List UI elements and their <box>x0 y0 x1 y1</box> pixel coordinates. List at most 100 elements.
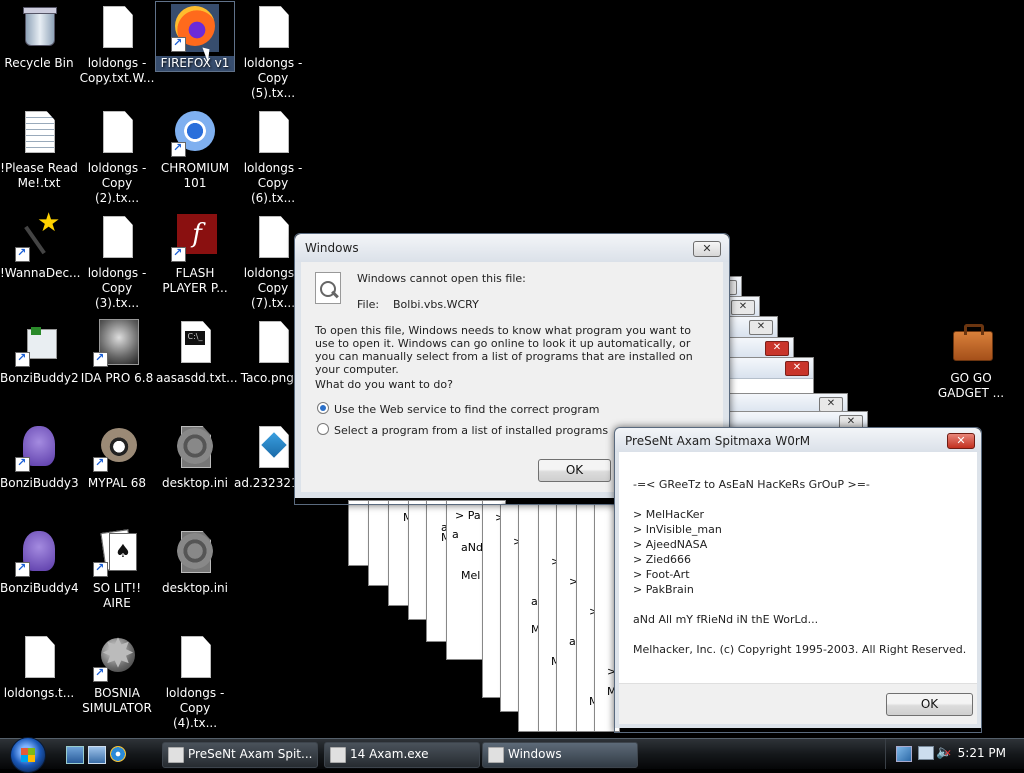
window-icon <box>330 747 346 763</box>
desktop-icon-solitaire[interactable]: ♠ SO LIT!! AIRE <box>78 527 156 611</box>
desktop-icon-chromium[interactable]: CHROMIUM 101 <box>156 107 234 191</box>
desktop-icon-desktop-ini-1[interactable]: desktop.ini <box>156 422 234 491</box>
close-icon[interactable]: ✕ <box>819 397 843 412</box>
explanation-text: To open this file, Windows needs to know… <box>315 324 693 376</box>
icon-label: desktop.ini <box>162 581 228 595</box>
mute-x-icon: ✕ <box>944 749 952 759</box>
close-icon: ✕ <box>956 434 966 447</box>
shortcut-arrow-icon <box>93 665 108 682</box>
hacker-name: > Foot-Art <box>633 568 690 581</box>
taskbar-button-label: PreSeNt Axam Spit... <box>188 747 313 761</box>
title-bar[interactable]: Windows ✕ <box>295 234 729 262</box>
shortcut-arrow-icon <box>15 245 30 262</box>
icon-label: IDA PRO 6.8 <box>80 371 154 385</box>
shortcut-arrow-icon <box>15 560 30 577</box>
firefox-icon <box>171 4 219 52</box>
desktop-icon-wannadecryptor[interactable]: ★ !WannaDec... <box>0 210 81 281</box>
desktop-icon-loldongs-copy-5[interactable]: loldongs - Copy (5).tx... <box>234 2 312 101</box>
desktop-icon-loldongs-copy-3[interactable]: loldongs - Copy (3).tx... <box>78 212 156 311</box>
monitor-icon[interactable] <box>918 746 934 760</box>
settings-file-icon <box>171 529 219 577</box>
desktop-icon-recycle-bin[interactable]: Recycle Bin <box>0 2 78 71</box>
icon-label: BonziBuddy3 <box>0 476 79 490</box>
desktop-icon-mypal-68[interactable]: MYPAL 68 <box>78 422 156 491</box>
desktop-icon-flash-player[interactable]: f FLASH PLAYER P... <box>156 212 234 296</box>
close-icon[interactable]: ✕ <box>731 300 755 315</box>
icon-label: loldongs - Copy (2).tx... <box>87 161 147 205</box>
desktop-icon-go-go-gadget[interactable]: GO GO GADGET ... <box>932 317 1010 401</box>
close-icon: ✕ <box>702 242 712 255</box>
spiked-mine-icon: ✸ <box>93 634 141 682</box>
taskbar-button-windows[interactable]: Windows <box>482 742 638 768</box>
radio-web-service[interactable]: Use the Web service to find the correct … <box>317 402 599 416</box>
icon-label: !Please Read Me!.txt <box>0 161 78 190</box>
desktop-icon-ida-pro[interactable]: IDA PRO 6.8 <box>78 317 156 386</box>
icon-label: SO LIT!! AIRE <box>92 581 142 610</box>
desktop-icon-loldongs-copy-w[interactable]: loldongs - Copy.txt.W... <box>78 2 156 86</box>
icon-label: FIREFOX v1 <box>156 56 234 71</box>
text-file-icon <box>93 214 141 262</box>
dialog-title: Windows <box>305 241 359 255</box>
close-button[interactable]: ✕ <box>693 241 721 257</box>
desktop-icon-desktop-ini-2[interactable]: desktop.ini <box>156 527 234 596</box>
close-icon[interactable]: ✕ <box>785 361 809 376</box>
desktop-icon-loldongs-copy-2[interactable]: loldongs - Copy (2).tx... <box>78 107 156 206</box>
desktop-icon-loldongs-copy-6[interactable]: loldongs - Copy (6).tx... <box>234 107 312 206</box>
close-button[interactable]: ✕ <box>947 433 975 449</box>
icon-label: MYPAL 68 <box>87 476 147 490</box>
desktop-icon-please-read-me[interactable]: !Please Read Me!.txt <box>0 107 78 191</box>
playing-cards-icon: ♠ <box>93 529 141 577</box>
worm-message-dialog[interactable]: PreSeNt Axam Spitmaxa W0rM ✕ -=< GReeTz … <box>614 427 982 733</box>
desktop-icon-loldongs-copy-4[interactable]: loldongs - Copy (4).tx... <box>156 632 234 731</box>
desktop-icon-bonzibuddy2[interactable]: BonziBuddy2 <box>0 317 79 386</box>
show-desktop-icon[interactable] <box>66 746 84 764</box>
icon-label: loldongs - Copy (4).tx... <box>165 686 225 730</box>
batch-file-icon: C:\_ <box>171 319 219 367</box>
shortcut-arrow-icon <box>171 140 186 157</box>
taskbar-button-present-axam[interactable]: PreSeNt Axam Spit... <box>162 742 318 768</box>
fragment-text: Mel <box>461 569 481 582</box>
icon-label: GO GO GADGET ... <box>937 371 1005 400</box>
text-file-icon <box>93 4 141 52</box>
network-icon[interactable] <box>896 746 912 762</box>
desktop-icon-bosnia-simulator[interactable]: ✸ BOSNIA SIMULATOR <box>78 632 156 716</box>
fragment-text: aNd <box>461 541 483 554</box>
ok-button[interactable]: OK <box>886 693 973 716</box>
desktop-icon-bonzibuddy4[interactable]: BonziBuddy4 <box>0 527 79 596</box>
icon-label: loldongs - Copy (6).tx... <box>243 161 303 205</box>
icon-label: CHROMIUM 101 <box>160 161 230 190</box>
internet-explorer-icon[interactable] <box>110 746 126 762</box>
icon-label: Recycle Bin <box>4 56 74 70</box>
close-icon[interactable]: ✕ <box>765 341 789 356</box>
shortcut-arrow-icon <box>171 245 186 262</box>
icon-label: loldongs - Copy.txt.W... <box>79 56 155 85</box>
taskbar-button-axam-exe[interactable]: 14 Axam.exe <box>324 742 480 768</box>
file-name: Bolbi.vbs.WCRY <box>393 298 479 311</box>
title-bar[interactable]: PreSeNt Axam Spitmaxa W0rM ✕ <box>615 428 981 452</box>
settings-file-icon <box>171 424 219 472</box>
radio-label: Select a program from a list of installe… <box>334 424 609 437</box>
fragment-text: a <box>452 528 459 541</box>
radio-unselected-icon[interactable] <box>317 423 329 435</box>
icon-label: loldongs - Copy (5).tx... <box>243 56 303 100</box>
radio-select-program[interactable]: Select a program from a list of installe… <box>317 423 608 437</box>
close-icon[interactable]: ✕ <box>749 320 773 335</box>
switch-windows-icon[interactable] <box>88 746 106 764</box>
briefcase-icon <box>947 319 995 367</box>
ok-button[interactable]: OK <box>538 459 611 482</box>
desktop-icon-bonzibuddy3[interactable]: BonziBuddy3 <box>0 422 79 491</box>
clock[interactable]: 5:21 PM <box>958 746 1006 760</box>
text-file-icon <box>15 634 63 682</box>
question-text: What do you want to do? <box>315 378 453 391</box>
recycle-bin-icon <box>15 4 63 52</box>
window-icon <box>488 747 504 763</box>
image-file-icon <box>249 319 297 367</box>
text-file-icon <box>93 109 141 157</box>
radio-selected-icon[interactable] <box>317 402 329 414</box>
purple-gorilla-icon <box>15 424 63 472</box>
desktop-icon-firefox[interactable]: FIREFOX v1 <box>155 1 235 72</box>
copyright-text: Melhacker, Inc. (c) Copyright 1995-2003.… <box>633 643 967 656</box>
desktop-icon-aasasdd[interactable]: C:\_ aasasdd.txt... <box>156 317 238 386</box>
shortcut-arrow-icon <box>15 455 30 472</box>
desktop-icon-loldongs-txt[interactable]: loldongs.t... <box>0 632 78 701</box>
